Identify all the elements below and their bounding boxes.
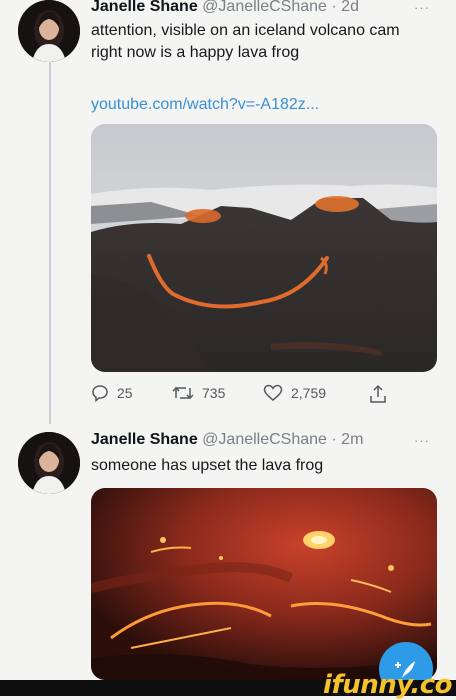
watermark-bar: ifunny.co [0,670,456,700]
avatar[interactable] [18,432,80,494]
separator-dot: · [331,0,337,15]
author-name[interactable]: Janelle Shane [91,0,198,15]
share-icon [370,384,386,403]
share-button[interactable] [369,384,387,404]
like-button[interactable]: 2,759 [263,384,326,402]
thread-connector-line [49,62,51,424]
tweet-text: someone has upset the lava frog [91,457,324,474]
author-name[interactable]: Janelle Shane [91,431,198,448]
author-handle[interactable]: @JanelleCShane [202,0,327,15]
profile-photo-icon [18,0,80,62]
tweet-actions: 25 735 2,759 [91,384,411,406]
reply-count: 25 [117,385,133,401]
volcano-image-icon [91,124,437,372]
like-count: 2,759 [291,385,327,401]
retweet-button[interactable]: 735 [172,384,225,402]
profile-photo-icon [18,432,80,494]
more-options-icon[interactable]: ··· [414,433,430,448]
tweet-text: attention, visible on an iceland volcano… [91,22,400,61]
retweet-count: 735 [202,385,226,401]
tweet-header: Janelle Shane @JanelleCShane · 2d [91,0,359,16]
avatar[interactable] [18,0,80,62]
reply-icon [92,385,108,402]
tweet-time[interactable]: 2m [341,431,363,448]
tweet-link[interactable]: youtube.com/watch?v=-A182z... [91,96,319,114]
tweet-header: Janelle Shane @JanelleCShane · 2m [91,431,363,449]
tweet-media-volcano[interactable] [91,124,437,372]
separator-dot: · [331,431,337,448]
author-handle[interactable]: @JanelleCShane [202,431,327,448]
more-options-icon[interactable]: ··· [414,0,430,15]
tweet-time[interactable]: 2d [341,0,359,15]
reply-button[interactable]: 25 [91,384,133,402]
heart-icon [263,384,283,401]
retweet-icon [172,386,194,400]
